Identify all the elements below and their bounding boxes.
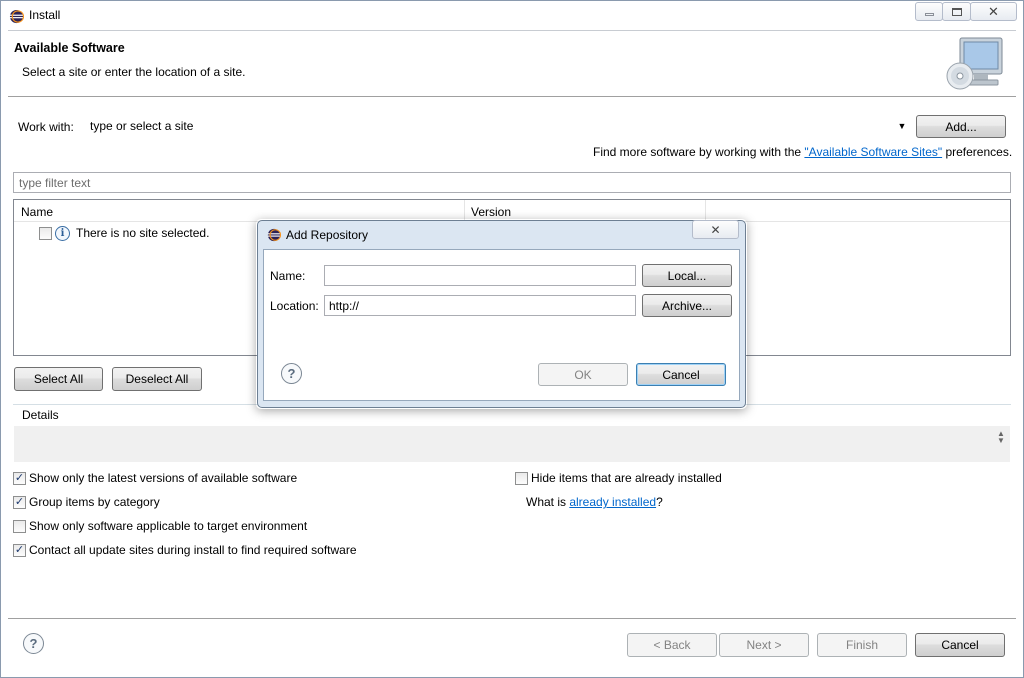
already-installed-link[interactable]: already installed bbox=[569, 495, 656, 509]
window-title: Install bbox=[29, 8, 61, 22]
minimize-icon bbox=[924, 12, 934, 16]
add-site-button[interactable]: Add... bbox=[916, 115, 1006, 138]
contact-all-sites-label: Contact all update sites during install … bbox=[29, 543, 357, 557]
local-button[interactable]: Local... bbox=[642, 264, 732, 287]
work-with-label: Work with: bbox=[18, 120, 74, 134]
close-window-button[interactable]: ✕ bbox=[970, 2, 1017, 21]
hide-installed-checkbox[interactable] bbox=[515, 472, 528, 485]
cancel-button[interactable]: Cancel bbox=[915, 633, 1005, 657]
column-header-name[interactable]: Name bbox=[21, 205, 53, 219]
back-button[interactable]: < Back bbox=[627, 633, 717, 657]
chevron-down-icon[interactable]: ▼ bbox=[896, 121, 908, 133]
show-applicable-checkbox[interactable] bbox=[13, 520, 26, 533]
dialog-cancel-button[interactable]: Cancel bbox=[636, 363, 726, 386]
deselect-all-button[interactable]: Deselect All bbox=[112, 367, 202, 391]
maximize-button[interactable] bbox=[942, 2, 971, 21]
details-scroll-arrows[interactable]: ▲ ▼ bbox=[996, 430, 1006, 446]
no-site-message: There is no site selected. bbox=[76, 226, 210, 240]
what-is-suffix: ? bbox=[656, 495, 663, 509]
finish-button[interactable]: Finish bbox=[817, 633, 907, 657]
find-more-prefix: Find more software by working with the bbox=[593, 145, 805, 159]
show-latest-checkbox[interactable]: ✓ bbox=[13, 472, 26, 485]
page-description: Select a site or enter the location of a… bbox=[22, 65, 246, 79]
dialog-close-button[interactable]: ✕ bbox=[692, 220, 739, 239]
details-text-area bbox=[14, 426, 1010, 462]
filter-placeholder: type filter text bbox=[19, 176, 91, 190]
repo-location-label: Location: bbox=[270, 299, 319, 313]
eclipse-icon bbox=[9, 9, 24, 24]
find-more-suffix: preferences. bbox=[942, 145, 1013, 159]
work-with-value[interactable]: type or select a site bbox=[90, 119, 193, 133]
group-by-category-label: Group items by category bbox=[29, 495, 160, 509]
row-checkbox[interactable] bbox=[39, 227, 52, 240]
contact-all-sites-checkbox[interactable]: ✓ bbox=[13, 544, 26, 557]
hide-installed-label: Hide items that are already installed bbox=[531, 471, 722, 485]
dialog-title: Add Repository bbox=[286, 228, 369, 242]
close-icon: ✕ bbox=[710, 222, 721, 237]
info-icon: i bbox=[55, 226, 70, 241]
restore-icon bbox=[951, 7, 962, 16]
footer-separator bbox=[8, 618, 1016, 619]
archive-button[interactable]: Archive... bbox=[642, 294, 732, 317]
repo-location-input[interactable]: http:// bbox=[324, 295, 636, 316]
details-label: Details bbox=[20, 408, 61, 422]
eclipse-icon bbox=[267, 228, 281, 242]
wizard-header bbox=[8, 30, 1016, 97]
column-header-version[interactable]: Version bbox=[471, 205, 511, 219]
what-is-prefix: What is bbox=[526, 495, 570, 509]
group-by-category-checkbox[interactable]: ✓ bbox=[13, 496, 26, 509]
repo-name-label: Name: bbox=[270, 269, 306, 283]
install-software-icon bbox=[946, 37, 1003, 90]
page-title: Available Software bbox=[14, 41, 125, 55]
title-bar bbox=[1, 1, 1023, 29]
what-is-installed-text: What is already installed? bbox=[526, 495, 663, 509]
select-all-button[interactable]: Select All bbox=[14, 367, 103, 391]
ok-button[interactable]: OK bbox=[538, 363, 628, 386]
filter-input[interactable] bbox=[13, 172, 1011, 193]
find-more-text: Find more software by working with the "… bbox=[593, 145, 1012, 159]
show-latest-label: Show only the latest versions of availab… bbox=[29, 471, 298, 485]
help-icon[interactable]: ? bbox=[23, 633, 44, 654]
close-icon: ✕ bbox=[988, 3, 999, 19]
show-applicable-label: Show only software applicable to target … bbox=[29, 519, 308, 533]
work-with-combo[interactable] bbox=[84, 115, 910, 138]
available-software-sites-link[interactable]: "Available Software Sites" bbox=[804, 145, 942, 159]
help-icon[interactable]: ? bbox=[281, 363, 302, 384]
repo-name-input[interactable] bbox=[324, 265, 636, 286]
next-button[interactable]: Next > bbox=[719, 633, 809, 657]
minimize-button[interactable] bbox=[915, 2, 943, 21]
